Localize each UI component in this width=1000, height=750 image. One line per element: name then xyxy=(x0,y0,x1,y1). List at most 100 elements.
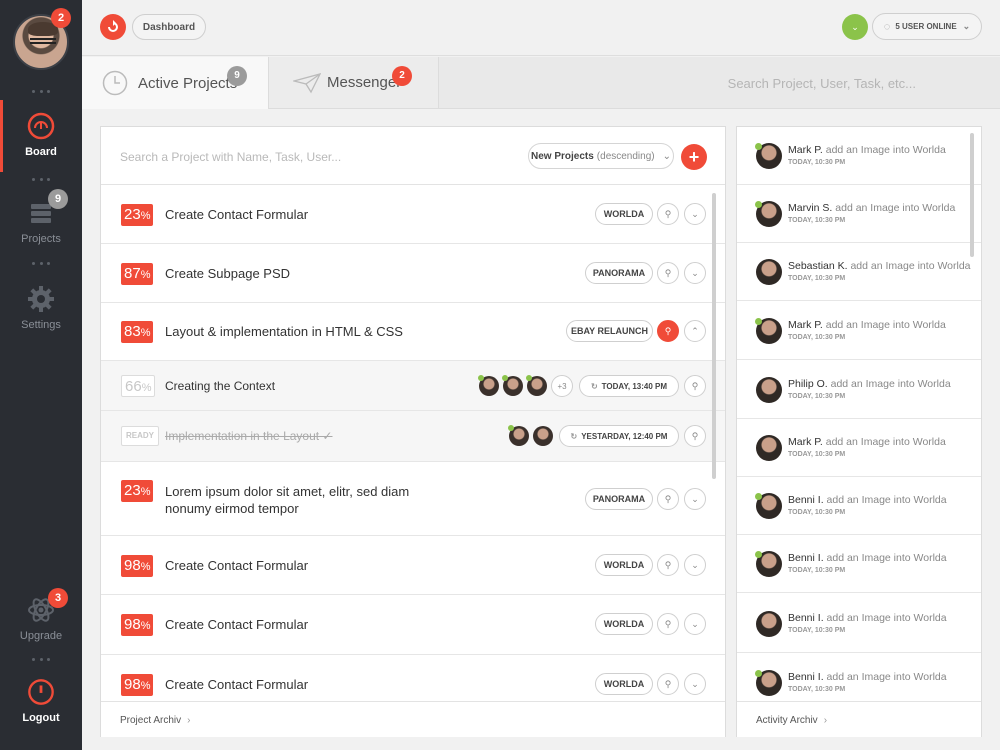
activity-item[interactable]: Mark P. add an Image into Worlda TODAY, 1… xyxy=(737,127,981,185)
activity-time: TODAY, 10:30 PM xyxy=(788,334,846,341)
tab-badge: 2 xyxy=(392,66,412,86)
search-button[interactable]: ⚲ xyxy=(657,554,679,576)
project-title: Layout & implementation in HTML & CSS xyxy=(165,324,403,339)
expand-button[interactable]: ⌄ xyxy=(684,262,706,284)
search-button[interactable]: ⚲ xyxy=(657,320,679,342)
expand-button[interactable]: ⌄ xyxy=(684,488,706,510)
table-row[interactable]: 83% Layout & implementation in HTML & CS… xyxy=(101,303,725,361)
search-button[interactable]: ⚲ xyxy=(657,488,679,510)
chevron-right-icon: › xyxy=(187,715,191,726)
expand-button[interactable]: ⌄ xyxy=(684,554,706,576)
user-avatar[interactable]: 2 xyxy=(13,8,71,70)
tab-label: Messenger xyxy=(327,74,402,91)
sidebar-item-board[interactable]: Board xyxy=(0,112,82,158)
subtask-row[interactable]: READY Implementation in the Layout ✓ ↻ YE… xyxy=(101,411,725,462)
avatar[interactable] xyxy=(478,375,499,396)
collapse-button[interactable]: ⌃ xyxy=(684,320,706,342)
avatar[interactable] xyxy=(755,493,782,519)
expand-button[interactable]: ⌄ xyxy=(684,613,706,635)
progress-badge: 66% xyxy=(121,375,156,397)
project-tag[interactable]: PANORAMA xyxy=(585,262,653,284)
activity-item[interactable]: Benni I. add an Image into Worlda TODAY, … xyxy=(737,535,981,593)
divider-dots xyxy=(32,178,50,181)
expand-button[interactable]: ⌄ xyxy=(684,203,706,225)
table-row[interactable]: 23% Lorem ipsum dolor sit amet, elitr, s… xyxy=(101,462,725,536)
tab-messenger[interactable]: Messenger 2 xyxy=(269,57,439,109)
project-tag[interactable]: WORLDA xyxy=(595,673,653,695)
avatar[interactable] xyxy=(755,143,782,169)
search-button[interactable]: ⚲ xyxy=(684,375,706,397)
table-row[interactable]: 87% Create Subpage PSD PANORAMA ⚲ ⌄ xyxy=(101,244,725,303)
project-tag[interactable]: EBAY RELAUNCH xyxy=(566,320,653,342)
avatar[interactable] xyxy=(755,551,782,577)
search-button[interactable]: ⚲ xyxy=(684,425,706,447)
table-row[interactable]: 23% Create Contact Formular WORLDA ⚲ ⌄ xyxy=(101,185,725,244)
activity-item[interactable]: Benni I. add an Image into Worlda TODAY, … xyxy=(737,477,981,535)
sidebar-item-projects[interactable]: Projects 9 xyxy=(0,189,82,245)
subtask-row[interactable]: 66% Creating the Context +3 ↻ TODAY, 13:4… xyxy=(101,361,725,411)
activity-item[interactable]: Philip O. add an Image into Worlda TODAY,… xyxy=(737,361,981,419)
more-users-count[interactable]: +3 xyxy=(551,375,573,397)
activity-user: Benni I. xyxy=(788,612,824,624)
activity-text: Benni I. add an Image into Worlda xyxy=(788,612,947,624)
activity-item[interactable]: Marvin S. add an Image into Worlda TODAY,… xyxy=(737,185,981,243)
avatar[interactable] xyxy=(533,426,553,446)
sort-dropdown[interactable]: New Projects (descending) ⌄ xyxy=(528,143,674,169)
project-tag[interactable]: WORLDA xyxy=(595,554,653,576)
project-title: Create Subpage PSD xyxy=(165,266,291,281)
search-button[interactable]: ⚲ xyxy=(657,203,679,225)
activity-time: TODAY, 10:30 PM xyxy=(788,159,846,166)
users-online-dropdown[interactable]: ◌ 5 USER ONLINE ⌄ xyxy=(872,13,982,40)
project-tag[interactable]: WORLDA xyxy=(595,613,653,635)
project-search: Search a Project with Name, Task, User..… xyxy=(101,127,725,185)
activity-time: TODAY, 10:30 PM xyxy=(788,393,846,400)
avatar[interactable] xyxy=(755,201,782,227)
activity-item[interactable]: Mark P. add an Image into Worlda TODAY, 1… xyxy=(737,419,981,477)
expand-button[interactable]: ⌄ xyxy=(684,673,706,695)
due-date[interactable]: ↻ YESTARDAY, 12:40 PM xyxy=(559,425,679,447)
activity-item[interactable]: Mark P. add an Image into Worlda TODAY, 1… xyxy=(737,302,981,360)
activity-item[interactable]: Benni I. add an Image into Worlda TODAY, … xyxy=(737,654,981,701)
refresh-button[interactable] xyxy=(100,14,126,40)
project-archive-link[interactable]: Project Archiv › xyxy=(101,701,725,737)
avatar[interactable] xyxy=(756,435,782,461)
activity-action: add an Image into Worlda xyxy=(825,436,946,448)
status-button[interactable]: ⌄ xyxy=(842,14,868,40)
table-row[interactable]: 98% Create Contact Formular WORLDA ⚲ ⌄ xyxy=(101,655,725,701)
chevron-up-icon: ⌃ xyxy=(691,325,699,336)
avatar[interactable] xyxy=(756,611,782,637)
avatar[interactable] xyxy=(755,318,782,344)
avatar[interactable] xyxy=(756,377,782,403)
avatar[interactable] xyxy=(755,670,782,696)
project-tag[interactable]: PANORAMA xyxy=(585,488,653,510)
projects-scrollbar[interactable] xyxy=(712,193,716,479)
global-search-input[interactable]: Search Project, User, Task, etc... xyxy=(728,76,916,91)
sidebar-item-settings[interactable]: Settings xyxy=(0,285,82,331)
activity-text: Mark P. add an Image into Worlda xyxy=(788,144,946,156)
project-tag[interactable]: WORLDA xyxy=(595,203,653,225)
search-button[interactable]: ⚲ xyxy=(657,673,679,695)
avatar[interactable] xyxy=(508,425,529,446)
activity-archive-link[interactable]: Activity Archiv › xyxy=(737,701,981,737)
avatar[interactable] xyxy=(526,375,547,396)
activity-action: add an Image into Worlda xyxy=(826,612,947,624)
breadcrumb[interactable]: Dashboard xyxy=(132,14,206,40)
activity-user: Marvin S. xyxy=(788,202,833,214)
tab-bar: Active Projects 9 Messenger 2 Search Pro… xyxy=(82,57,1000,109)
table-row[interactable]: 98% Create Contact Formular WORLDA ⚲ ⌄ xyxy=(101,595,725,655)
search-button[interactable]: ⚲ xyxy=(657,262,679,284)
avatar[interactable] xyxy=(502,375,523,396)
activity-scrollbar[interactable] xyxy=(970,133,974,257)
refresh-icon: ↻ xyxy=(570,431,578,441)
project-search-input[interactable]: Search a Project with Name, Task, User..… xyxy=(120,150,341,164)
table-row[interactable]: 98% Create Contact Formular WORLDA ⚲ ⌄ xyxy=(101,536,725,595)
add-project-button[interactable]: + xyxy=(681,144,707,170)
sidebar-item-logout[interactable]: Logout xyxy=(0,678,82,724)
activity-item[interactable]: Benni I. add an Image into Worlda TODAY, … xyxy=(737,595,981,653)
avatar[interactable] xyxy=(756,259,782,285)
due-date[interactable]: ↻ TODAY, 13:40 PM xyxy=(579,375,679,397)
tab-active-projects[interactable]: Active Projects 9 xyxy=(82,57,269,109)
search-button[interactable]: ⚲ xyxy=(657,613,679,635)
sidebar-item-upgrade[interactable]: Upgrade 3 xyxy=(0,588,82,642)
activity-item[interactable]: Sebastian K. add an Image into Worlda TOD… xyxy=(737,243,981,301)
